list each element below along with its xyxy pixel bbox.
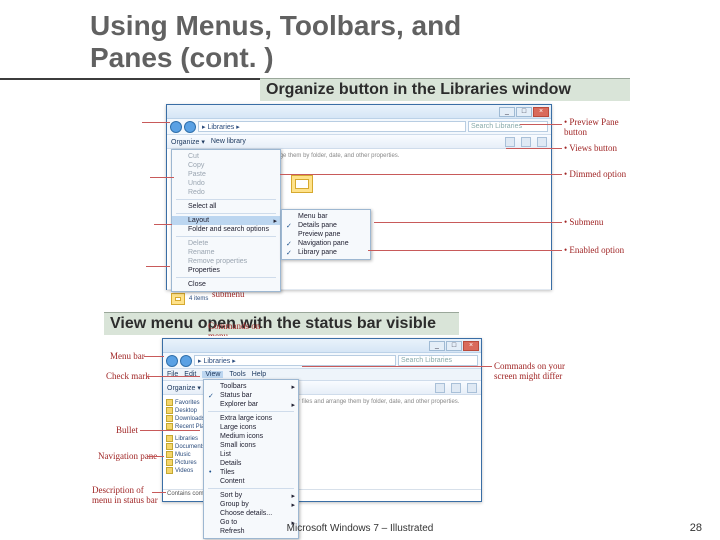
pic-icon — [166, 459, 173, 466]
figure2: Menu bar Check mark Bullet Navigation pa… — [104, 336, 582, 506]
titlebar: _ □ × — [167, 105, 551, 119]
vmi-lg-icons[interactable]: Large icons — [204, 423, 298, 432]
close-button[interactable]: × — [533, 107, 549, 117]
smi-preview-pane[interactable]: Preview pane — [282, 230, 370, 239]
close-button-2[interactable]: × — [463, 341, 479, 351]
organize-menu: Cut Copy Paste Undo Redo Select all Layo… — [171, 149, 281, 292]
help-icon-2[interactable] — [467, 383, 477, 393]
mi-layout[interactable]: Layout — [172, 216, 280, 225]
maximize-button[interactable]: □ — [516, 107, 532, 117]
search-input[interactable]: Search Libraries — [468, 121, 548, 132]
breadcrumb[interactable]: ▸ Libraries ▸ — [198, 121, 466, 132]
vmi-md-icons[interactable]: Medium icons — [204, 432, 298, 441]
vmi-choose-details[interactable]: Choose details... — [204, 509, 298, 518]
views-icon-2[interactable] — [435, 383, 445, 393]
label-preview-button: Preview Pane button — [564, 118, 642, 138]
views-icon[interactable] — [505, 137, 515, 147]
search-input-2[interactable]: Search Libraries — [398, 355, 478, 366]
preview-pane-icon-2[interactable] — [451, 383, 461, 393]
figure1: Toolbar Arrow indicates submenu Commands… — [104, 102, 632, 302]
recent-icon — [166, 423, 173, 430]
vmi-toolbars[interactable]: Toolbars — [204, 382, 298, 391]
breadcrumb-2[interactable]: ▸ Libraries ▸ — [194, 355, 396, 366]
menu-help[interactable]: Help — [252, 371, 266, 378]
mi-cut[interactable]: Cut — [172, 152, 280, 161]
back-button-2[interactable] — [166, 355, 178, 367]
mi-copy[interactable]: Copy — [172, 161, 280, 170]
help-icon[interactable] — [537, 137, 547, 147]
mi-selectall[interactable]: Select all — [172, 202, 280, 211]
label-views-button: Views button — [564, 144, 642, 154]
layout-submenu: Menu bar Details pane Preview pane Navig… — [281, 209, 371, 260]
preview-pane-icon[interactable] — [521, 137, 531, 147]
menu-view[interactable]: View — [202, 371, 223, 378]
mi-redo[interactable]: Redo — [172, 188, 280, 197]
label-enabled: Enabled option — [564, 246, 642, 256]
vmi-list[interactable]: List — [204, 450, 298, 459]
vmi-sm-icons[interactable]: Small icons — [204, 441, 298, 450]
mi-properties[interactable]: Properties — [172, 266, 280, 275]
organize-button[interactable]: Organize ▾ — [171, 138, 205, 146]
libraries-icon — [166, 435, 173, 442]
details-text: 4 items — [189, 296, 208, 302]
address-bar: ▸ Libraries ▸ Search Libraries — [167, 119, 551, 135]
view-menu: Toolbars Status bar Explorer bar Extra l… — [203, 379, 299, 539]
vid-icon — [166, 467, 173, 474]
forward-button-2[interactable] — [180, 355, 192, 367]
vmi-xl-icons[interactable]: Extra large icons — [204, 414, 298, 423]
vmi-content[interactable]: Content — [204, 477, 298, 486]
vmi-groupby[interactable]: Group by — [204, 500, 298, 509]
explorer-window-2: _ □ × ▸ Libraries ▸ Search Libraries Fil… — [162, 338, 482, 502]
vmi-details[interactable]: Details — [204, 459, 298, 468]
music-icon — [166, 451, 173, 458]
smi-nav-pane[interactable]: Navigation pane — [282, 239, 370, 248]
minimize-button[interactable]: _ — [499, 107, 515, 117]
mi-close[interactable]: Close — [172, 280, 280, 289]
vmi-tiles[interactable]: Tiles — [204, 468, 298, 477]
command-bar: Organize ▾ New library — [167, 135, 551, 149]
star-icon — [166, 399, 173, 406]
mi-delete[interactable]: Delete — [172, 239, 280, 248]
back-button[interactable] — [170, 121, 182, 133]
smi-library-pane[interactable]: Library pane — [282, 248, 370, 257]
organize-button-2[interactable]: Organize ▾ — [167, 384, 201, 392]
titlebar-2: _ □ × — [163, 339, 481, 353]
details-icon — [171, 293, 185, 305]
mi-remove-props[interactable]: Remove properties — [172, 257, 280, 266]
figure2-caption: View menu open with the status bar visib… — [104, 312, 459, 335]
new-library-button[interactable]: New library — [211, 138, 246, 145]
page-number: 28 — [690, 522, 702, 534]
maximize-button-2[interactable]: □ — [446, 341, 462, 351]
menu-tools[interactable]: Tools — [229, 371, 245, 378]
mi-folder-options[interactable]: Folder and search options — [172, 225, 280, 234]
mi-paste[interactable]: Paste — [172, 170, 280, 179]
explorer-window-1: _ □ × ▸ Libraries ▸ Search Libraries Org… — [166, 104, 552, 290]
vmi-statusbar[interactable]: Status bar — [204, 391, 298, 400]
label-submenu: Submenu — [564, 218, 642, 228]
mi-undo[interactable]: Undo — [172, 179, 280, 188]
vmi-sortby[interactable]: Sort by — [204, 491, 298, 500]
vmi-explorer-bar[interactable]: Explorer bar — [204, 400, 298, 409]
desktop-icon — [166, 407, 173, 414]
tile-videos[interactable] — [291, 175, 313, 193]
footer-text: Microsoft Windows 7 – Illustrated — [0, 523, 720, 534]
smi-menubar[interactable]: Menu bar — [282, 212, 370, 221]
doc-icon — [166, 443, 173, 450]
label-status-desc: Description of menu in status bar — [92, 486, 164, 506]
label-commands-differ: Commands on your screen might differ — [494, 362, 584, 382]
figure1-caption: Organize button in the Libraries window — [260, 78, 630, 101]
slide-title: Using Menus, Toolbars, and Panes (cont. … — [0, 0, 540, 80]
forward-button[interactable] — [184, 121, 196, 133]
mi-rename[interactable]: Rename — [172, 248, 280, 257]
download-icon — [166, 415, 173, 422]
smi-details-pane[interactable]: Details pane — [282, 221, 370, 230]
minimize-button-2[interactable]: _ — [429, 341, 445, 351]
label-dimmed: Dimmed option — [564, 170, 642, 180]
